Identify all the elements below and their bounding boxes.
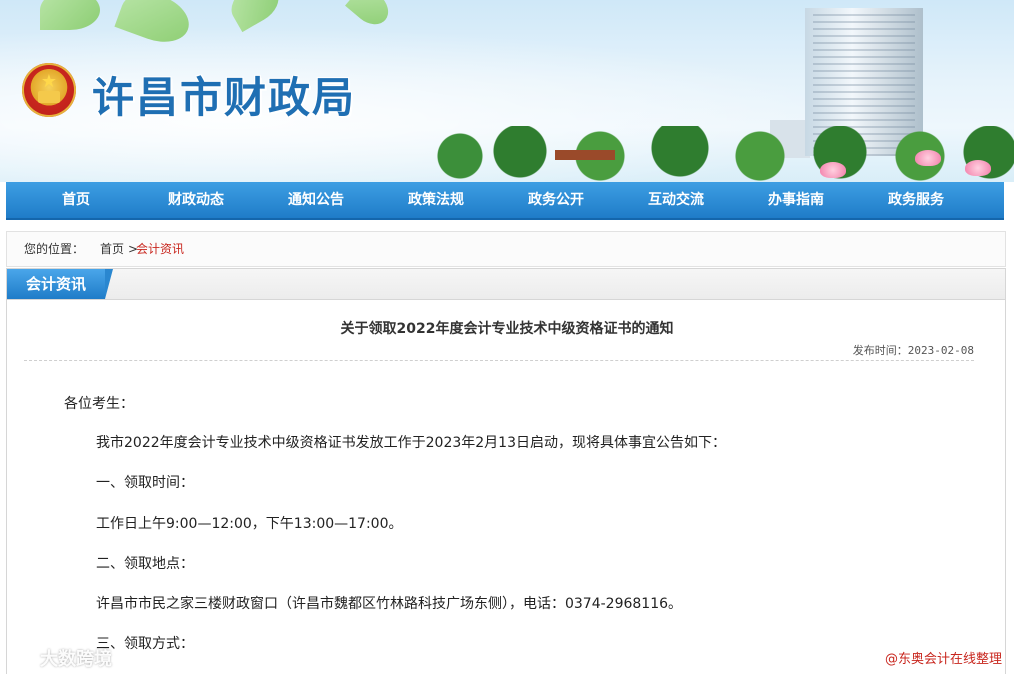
article-paragraph: 二、领取地点： — [96, 556, 194, 572]
publish-date: 2023-02-08 — [907, 344, 974, 357]
article-paragraph: 各位考生： — [64, 396, 134, 412]
publish-info: 发布时间：2023-02-08 — [853, 342, 974, 358]
watermark-right: @东奥会计在线整理 — [884, 652, 1002, 667]
article-paragraph: 我市2022年度会计专业技术中级资格证书发放工作于2023年2月13日启动，现将… — [96, 435, 726, 451]
article-paragraph: 许昌市市民之家三楼财政窗口（许昌市魏都区竹林路科技广场东侧），电话：0374-2… — [96, 596, 683, 612]
article-paragraph: 工作日上午9:00—12:00，下午13:00—17:00。 — [96, 516, 403, 532]
nav-item-policies[interactable]: 政策法规 — [376, 182, 496, 218]
nav-item-guide[interactable]: 办事指南 — [736, 182, 856, 218]
site-title[interactable]: 许昌市财政局 — [92, 64, 356, 125]
pavilion-decoration — [555, 150, 615, 182]
section-header: 会计资讯 — [7, 269, 1005, 300]
publish-label: 发布时间： — [852, 344, 908, 357]
title-divider — [24, 360, 974, 361]
watermark-logo-icon — [8, 647, 34, 673]
nav-item-notices[interactable]: 通知公告 — [256, 182, 376, 218]
section-title: 会计资讯 — [7, 269, 113, 299]
breadcrumb-label: 您的位置： — [24, 242, 85, 256]
national-emblem-icon: ★ — [22, 63, 76, 117]
article-paragraph: 一、领取时间： — [96, 475, 194, 491]
site-banner: ★ 许昌市财政局 — [0, 0, 1014, 182]
lotus-decoration — [820, 162, 846, 178]
lotus-decoration — [965, 160, 991, 176]
nav-item-services[interactable]: 政务服务 — [856, 182, 976, 218]
breadcrumb-home[interactable]: 首页 — [100, 232, 124, 266]
watermark-left: 大数跨境 — [8, 645, 112, 673]
lotus-decoration — [915, 150, 941, 166]
nav-item-news[interactable]: 财政动态 — [136, 182, 256, 218]
article-title: 关于领取2022年度会计专业技术中级资格证书的通知 — [340, 321, 674, 337]
nav-item-interact[interactable]: 互动交流 — [616, 182, 736, 218]
breadcrumb: 您的位置： 首页 > 会计资讯 — [6, 231, 1006, 267]
nav-item-public[interactable]: 政务公开 — [496, 182, 616, 218]
breadcrumb-current[interactable]: 会计资讯 — [136, 232, 184, 266]
nav-item-home[interactable]: 首页 — [16, 182, 136, 218]
watermark-left-text: 大数跨境 — [40, 649, 112, 670]
main-nav: 首页 财政动态 通知公告 政策法规 政务公开 互动交流 办事指南 政务服务 — [6, 182, 1004, 220]
